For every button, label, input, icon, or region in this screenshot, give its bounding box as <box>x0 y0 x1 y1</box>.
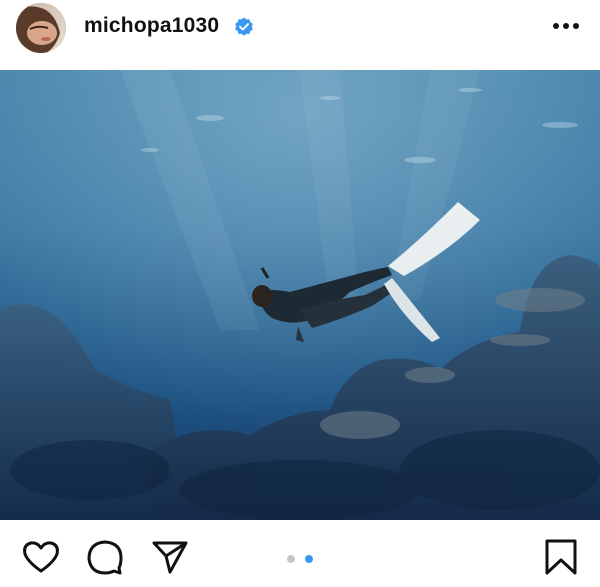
username[interactable]: michopa1030 <box>84 14 219 38</box>
bookmark-icon[interactable] <box>542 538 580 576</box>
post-image[interactable] <box>0 70 600 520</box>
carousel-dot-2 <box>305 555 313 563</box>
paper-plane-icon[interactable] <box>151 538 189 576</box>
comment-bubble-icon[interactable] <box>86 538 124 576</box>
avatar[interactable] <box>16 3 66 53</box>
heart-icon[interactable] <box>22 538 60 576</box>
carousel-dot-1 <box>287 555 295 563</box>
verified-badge-icon <box>235 17 253 36</box>
carousel-indicator <box>287 555 313 563</box>
more-horizontal-icon[interactable] <box>551 14 581 38</box>
post-header: michopa1030 <box>0 0 600 70</box>
